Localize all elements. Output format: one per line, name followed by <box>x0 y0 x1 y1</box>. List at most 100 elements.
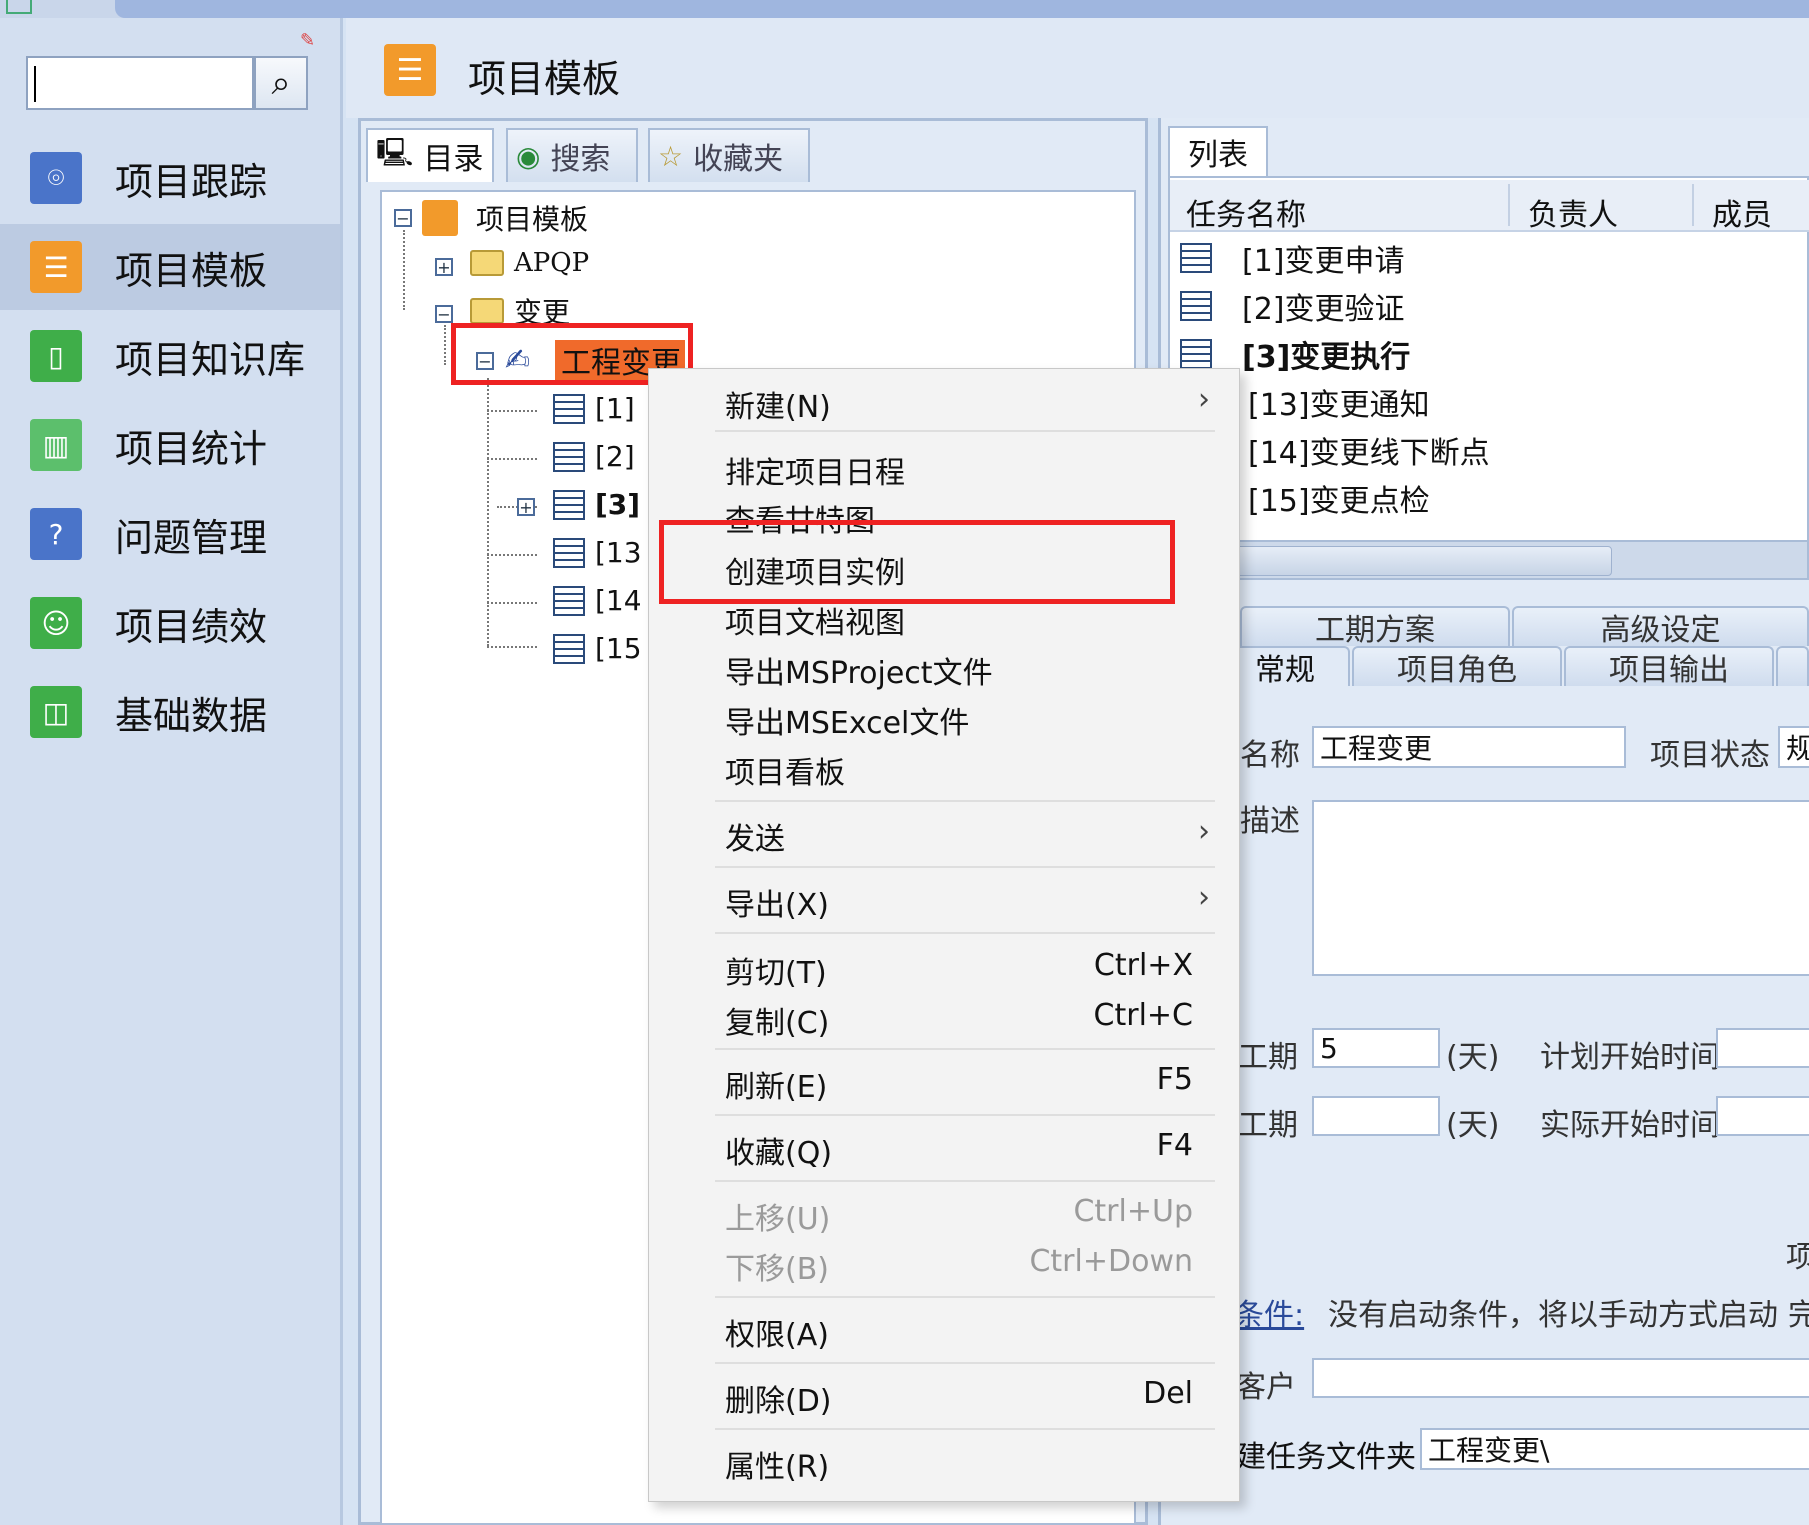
task-icon <box>1180 243 1212 273</box>
list-item[interactable]: [13]变更通知 <box>1248 380 1430 424</box>
customer-field[interactable] <box>1312 1358 1809 1398</box>
status-value: 规 <box>1786 728 1809 766</box>
sidebar-item-label: 项目知识库 <box>115 337 306 382</box>
menu-item-delete[interactable]: 删除(D) <box>725 1376 832 1420</box>
sidebar-item-project-template[interactable]: ☰ 项目模板 <box>0 224 340 310</box>
tab-favorites[interactable]: ☆ 收藏夹 <box>648 128 810 182</box>
list-item[interactable]: [1]变更申请 <box>1180 236 1405 280</box>
tree-node-label: [13 <box>595 536 642 569</box>
status-field[interactable]: 规 <box>1778 726 1809 768</box>
name-label: 名称 <box>1240 738 1300 773</box>
search-button[interactable]: ⌕ <box>254 56 308 110</box>
tree-node-change[interactable]: 变更 <box>470 296 570 326</box>
collapse-toggle[interactable]: − <box>394 209 412 227</box>
highlight-box-menu <box>659 520 1175 604</box>
tree-node-root[interactable]: 项目模板 <box>422 198 588 238</box>
template-icon: ☰ <box>384 44 436 96</box>
menu-item-export-msexcel[interactable]: 导出MSExcel文件 <box>725 698 969 742</box>
description-field[interactable] <box>1312 800 1809 976</box>
menu-item-new[interactable]: 新建(N) <box>725 382 831 426</box>
tree-node-task[interactable]: [2] <box>553 440 635 473</box>
menu-item-favorite[interactable]: 收藏(Q) <box>725 1128 832 1172</box>
tab-label: 项目角色 <box>1397 653 1517 688</box>
expand-toggle[interactable]: + <box>435 258 453 276</box>
folder-icon <box>470 298 504 324</box>
tab-project-roles[interactable]: 项目角色 <box>1352 646 1562 688</box>
horizontal-scrollbar[interactable] <box>1168 540 1809 580</box>
sidebar-item-label: 项目绩效 <box>115 604 268 649</box>
plan-start-field[interactable] <box>1716 1028 1809 1068</box>
tab-label: 项目输出 <box>1609 653 1729 688</box>
computer-icon: 🖳 <box>376 136 414 169</box>
menu-item-cut[interactable]: 剪切(T) <box>725 948 827 992</box>
list-item[interactable]: [14]变更线下断点 <box>1248 428 1490 472</box>
name-field[interactable]: 工程变更 <box>1312 726 1626 768</box>
tab-label: 搜索 <box>550 142 611 177</box>
menu-item-send[interactable]: 发送 <box>725 814 785 858</box>
sidebar-item-base-data[interactable]: ◫ 基础数据 <box>0 669 340 755</box>
sidebar-item-knowledge-base[interactable]: ▯ 项目知识库 <box>0 313 340 399</box>
tab-search[interactable]: ◉ 搜索 <box>506 128 638 182</box>
expand-toggle[interactable]: + <box>517 498 535 516</box>
list-item-label: [15]变更点检 <box>1248 484 1430 519</box>
task-icon <box>553 393 585 424</box>
book-icon: ▯ <box>30 330 82 382</box>
menu-item-export-msproject[interactable]: 导出MSProject文件 <box>725 648 993 692</box>
bar-chart-icon: ▥ <box>30 419 82 471</box>
menu-item-document-view[interactable]: 项目文档视图 <box>725 598 905 642</box>
menu-item-properties[interactable]: 属性(R) <box>725 1442 829 1486</box>
actual-start-field[interactable] <box>1716 1096 1809 1136</box>
tab-advanced-settings[interactable]: 高级设定 <box>1512 606 1809 648</box>
condition-link[interactable]: 条件: <box>1234 1290 1304 1334</box>
menu-item-move-down[interactable]: 下移(B) <box>725 1244 829 1288</box>
task-icon <box>1180 291 1212 321</box>
duration-label: 工期 <box>1238 1040 1298 1075</box>
tab-label: 列表 <box>1188 138 1248 173</box>
tree-node-task[interactable]: [3] <box>553 488 640 521</box>
menu-item-permissions[interactable]: 权限(A) <box>725 1310 829 1354</box>
pin-icon[interactable]: ✎ <box>300 30 318 51</box>
tab-list[interactable]: 列表 <box>1168 126 1268 176</box>
tab-label: 高级设定 <box>1600 613 1721 648</box>
customer-label: 客户 <box>1236 1370 1296 1405</box>
tab-more[interactable] <box>1776 646 1809 686</box>
menu-item-schedule[interactable]: 排定项目日程 <box>725 448 905 492</box>
menu-item-copy[interactable]: 复制(C) <box>725 998 829 1042</box>
tab-schedule-plan[interactable]: 工期方案 <box>1240 606 1510 648</box>
sidebar-item-project-tracking[interactable]: ⌾ 项目跟踪 <box>0 135 340 221</box>
actual-duration-field[interactable] <box>1312 1096 1440 1136</box>
sidebar-search-input[interactable] <box>26 56 254 110</box>
menu-item-kanban[interactable]: 项目看板 <box>725 748 845 792</box>
list-item[interactable]: [15]变更点检 <box>1248 476 1430 520</box>
tree-node-label: [14 <box>595 584 642 617</box>
tree-node-task[interactable]: [14 <box>553 584 642 617</box>
tab-catalog[interactable]: 🖳 目录 <box>366 128 494 182</box>
sidebar-item-performance[interactable]: ☺ 项目绩效 <box>0 580 340 666</box>
day-unit-label: (天) <box>1446 1108 1500 1143</box>
menu-item-move-up[interactable]: 上移(U) <box>725 1194 830 1238</box>
task-folder-field[interactable]: 工程变更\ <box>1420 1428 1809 1470</box>
tab-label: 收藏夹 <box>693 142 784 177</box>
sidebar-item-label: 项目跟踪 <box>115 159 268 204</box>
menu-item-refresh[interactable]: 刷新(E) <box>725 1062 827 1106</box>
tree-node-apqp[interactable]: APQP <box>470 248 589 278</box>
sidebar-item-issue-management[interactable]: ? 问题管理 <box>0 491 340 577</box>
tree-node-task[interactable]: [1] <box>553 392 635 425</box>
sidebar-item-statistics[interactable]: ▥ 项目统计 <box>0 402 340 488</box>
tree-node-task[interactable]: [13 <box>553 536 642 569</box>
task-icon <box>1180 339 1212 369</box>
column-header-task-name[interactable]: 任务名称 <box>1186 190 1306 234</box>
duration-field[interactable]: 5 <box>1312 1028 1440 1068</box>
menu-item-export[interactable]: 导出(X) <box>725 880 829 924</box>
list-item[interactable]: [2]变更验证 <box>1180 284 1405 328</box>
page-title: 项目模板 <box>468 57 621 101</box>
scrollbar-thumb[interactable] <box>1230 546 1612 576</box>
title-bar <box>0 0 1809 18</box>
chevron-right-icon: › <box>1198 814 1210 849</box>
column-header-members[interactable]: 成员 <box>1712 190 1772 234</box>
collapse-toggle[interactable]: − <box>435 305 453 323</box>
globe-search-icon: ◉ <box>516 139 541 173</box>
tree-node-task[interactable]: [15 <box>553 632 642 665</box>
tab-project-output[interactable]: 项目输出 <box>1564 646 1774 688</box>
column-header-owner[interactable]: 负责人 <box>1528 190 1618 234</box>
